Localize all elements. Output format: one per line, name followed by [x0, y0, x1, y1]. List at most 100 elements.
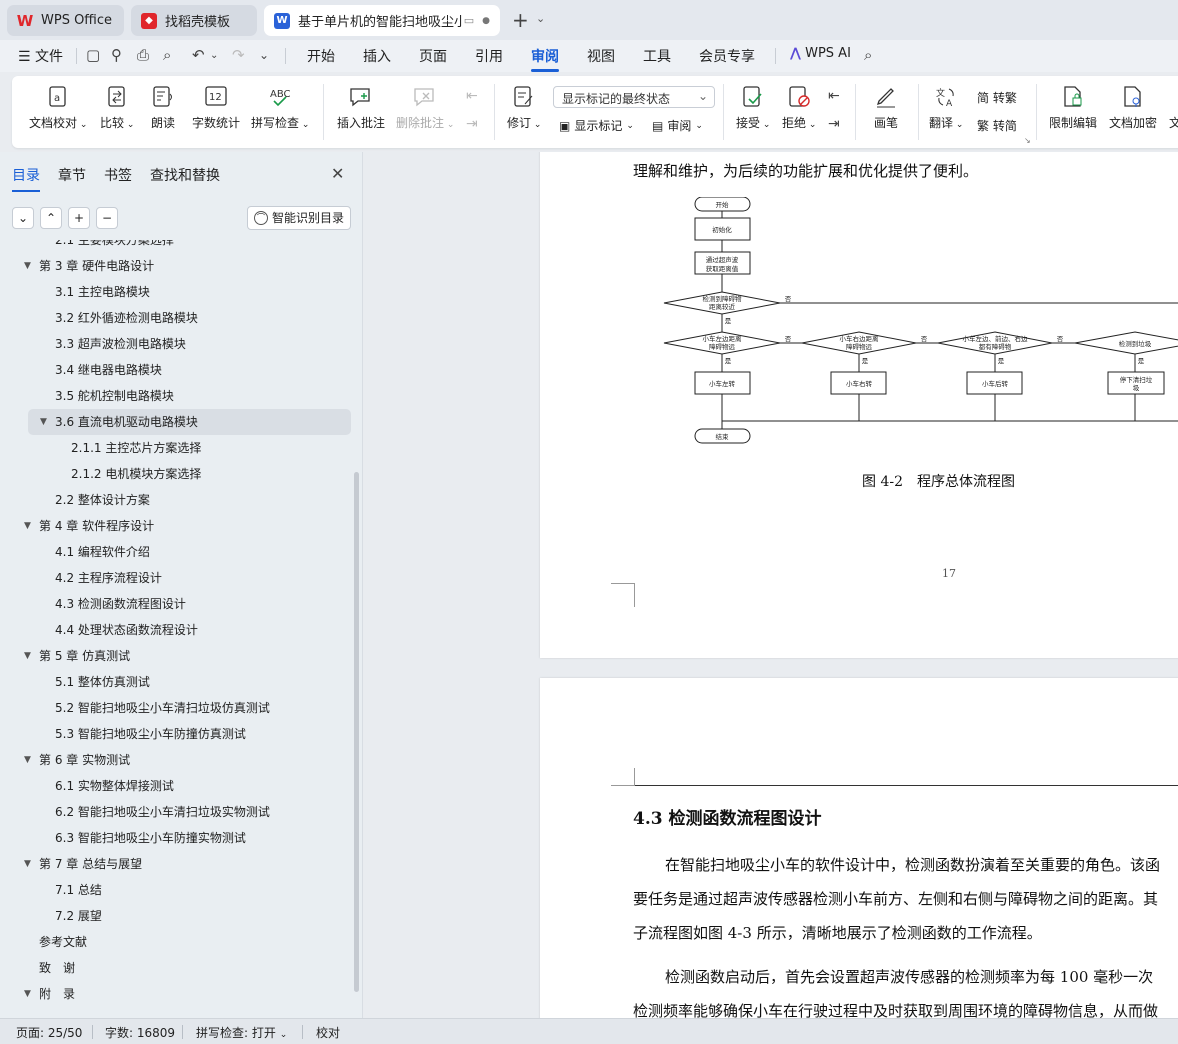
tab-document[interactable]: W 基于单片机的智能扫地吸尘小车 ▭ ● — [264, 5, 500, 36]
menu-page[interactable]: 页面 — [419, 46, 447, 66]
toc-item[interactable]: 5.3 智能扫地吸尘小车防撞仿真测试 — [0, 721, 350, 747]
previous-change-icon[interactable]: ⇤ — [828, 88, 840, 104]
menu-home[interactable]: 开始 — [307, 46, 335, 66]
file-menu[interactable]: ☰ 文件 — [18, 46, 63, 66]
tab-docer[interactable]: ◆ 找稻壳模板 — [131, 5, 257, 36]
track-changes-button[interactable]: 修订 ⌄ — [507, 86, 541, 131]
previous-comment-icon[interactable]: ⇤ — [466, 88, 478, 104]
close-icon[interactable]: ✕ — [331, 164, 344, 183]
toc-item[interactable]: 5.2 智能扫地吸尘小车清扫垃圾仿真测试 — [0, 695, 350, 721]
review-pane-button[interactable]: ▤ 审阅 ⌄ — [652, 117, 703, 134]
toc-item[interactable]: 7.1 总结 — [0, 877, 350, 903]
expand-caret-icon[interactable]: ▼ — [24, 851, 31, 877]
to-traditional-button[interactable]: 简 转繁 — [977, 89, 1017, 106]
share-link-icon[interactable]: ⚲ — [111, 46, 122, 64]
word-count-indicator[interactable]: 字数: 16809 — [105, 1024, 175, 1041]
toc-item[interactable]: 参考文献 — [0, 929, 350, 955]
toc-item[interactable]: 3.1 主控电路模块 — [0, 279, 350, 305]
translate-button[interactable]: 文A 翻译 ⌄ — [929, 86, 963, 131]
undo-chevron-icon[interactable]: ⌄ — [210, 50, 218, 61]
toc-item[interactable]: 4.4 处理状态函数流程设计 — [0, 617, 350, 643]
toc-item[interactable]: 3.4 继电器电路模块 — [0, 357, 350, 383]
add-heading-button[interactable]: + — [68, 207, 90, 229]
restrict-edit-button[interactable]: 限制编辑 — [1049, 86, 1097, 131]
redo-icon[interactable]: ↷ — [232, 46, 245, 64]
toc-item[interactable]: 2.1 主要模块方案选择 — [0, 240, 350, 253]
tab-bookmarks[interactable]: 书签 — [104, 165, 132, 185]
expand-caret-icon[interactable]: ▼ — [24, 643, 31, 669]
tab-wps-office[interactable]: W WPS Office — [7, 5, 124, 36]
ink-button[interactable]: 画笔 — [874, 86, 898, 131]
menu-membership[interactable]: 会员专享 — [699, 46, 755, 66]
toc-item[interactable]: 7.2 展望 — [0, 903, 350, 929]
toc-item[interactable]: 2.1.1 主控芯片方案选择 — [0, 435, 350, 461]
undo-icon[interactable]: ↶ — [192, 46, 205, 64]
toc-item[interactable]: ▼ 第 3 章 硬件电路设计 — [0, 253, 350, 279]
collapse-all-button[interactable]: ⌄ — [12, 207, 34, 229]
toc-item[interactable]: 6.2 智能扫地吸尘小车清扫垃圾实物测试 — [0, 799, 350, 825]
expand-caret-icon[interactable]: ▼ — [24, 513, 31, 539]
menu-view[interactable]: 视图 — [587, 46, 615, 66]
menu-review[interactable]: 审阅 — [531, 46, 559, 72]
unsaved-dot-icon[interactable]: ● — [482, 16, 490, 26]
next-comment-icon[interactable]: ⇥ — [466, 116, 478, 132]
print-preview-icon[interactable]: ⌕ — [163, 46, 171, 64]
page-indicator[interactable]: 页面: 25/50 — [16, 1024, 82, 1041]
menu-references[interactable]: 引用 — [475, 46, 503, 66]
toc-item[interactable]: 4.3 检测函数流程图设计 — [0, 591, 350, 617]
expand-caret-icon[interactable]: ▼ — [24, 253, 31, 279]
proofread-button[interactable]: a 文档校对 ⌄ — [29, 86, 87, 131]
toc-item[interactable]: 6.1 实物整体焊接测试 — [0, 773, 350, 799]
markup-state-select[interactable]: 显示标记的最终状态 ⌄ — [553, 86, 715, 108]
toc-item[interactable]: 致 谢 — [0, 955, 350, 981]
toc-item[interactable]: ▼ 第 6 章 实物测试 — [0, 747, 350, 773]
smart-toc-button[interactable]: ⌒ 智能识别目录 — [247, 206, 351, 230]
expand-up-button[interactable]: ⌃ — [40, 207, 62, 229]
insert-comment-button[interactable]: 插入批注 — [337, 86, 385, 131]
wps-ai-button[interactable]: ⋀ WPS AI — [790, 46, 851, 61]
proof-indicator[interactable]: 校对 — [316, 1024, 340, 1041]
encrypt-button[interactable]: 文档加密 — [1109, 86, 1157, 131]
toc-item[interactable]: 5.1 整体仿真测试 — [0, 669, 350, 695]
menu-insert[interactable]: 插入 — [363, 46, 391, 66]
tab-toc[interactable]: 目录 — [12, 165, 40, 192]
toc-item[interactable]: 2.2 整体设计方案 — [0, 487, 350, 513]
compare-button[interactable]: 比较 ⌄ — [100, 86, 134, 131]
menu-tools[interactable]: 工具 — [643, 46, 671, 66]
toc-item[interactable]: 6.3 智能扫地吸尘小车防撞实物测试 — [0, 825, 350, 851]
toc-scrollbar[interactable] — [354, 472, 359, 992]
more-ribbon-button[interactable]: 文 — [1169, 114, 1178, 131]
group-expand-icon[interactable]: ↘ — [1024, 136, 1031, 145]
toc-item[interactable]: ▼ 3.6 直流电机驱动电路模块 — [28, 409, 351, 435]
expand-caret-icon[interactable]: ▼ — [24, 747, 31, 773]
new-tab-icon[interactable]: + — [512, 8, 529, 32]
toc-item[interactable]: 4.1 编程软件介绍 — [0, 539, 350, 565]
toc-item[interactable]: 3.5 舵机控制电路模块 — [0, 383, 350, 409]
save-icon[interactable]: ▢ — [86, 46, 100, 64]
toc-item[interactable]: 3.2 红外循迹检测电路模块 — [0, 305, 350, 331]
expand-caret-icon[interactable]: ▼ — [24, 981, 31, 1007]
tab-find-replace[interactable]: 查找和替换 — [150, 165, 220, 185]
accept-button[interactable]: 接受 ⌄ — [736, 86, 770, 131]
toc-item[interactable]: 3.3 超声波检测电路模块 — [0, 331, 350, 357]
toc-item[interactable]: ▼ 附 录 — [0, 981, 350, 1007]
reject-button[interactable]: 拒绝 ⌄ — [782, 86, 816, 131]
toc-item[interactable]: 4.2 主程序流程设计 — [0, 565, 350, 591]
tab-list-chevron-icon[interactable]: ⌄ — [536, 12, 545, 25]
next-change-icon[interactable]: ⇥ — [828, 116, 840, 132]
spell-check-button[interactable]: ABC 拼写检查 ⌄ — [251, 86, 309, 131]
toc-item[interactable]: ▼ 第 5 章 仿真测试 — [0, 643, 350, 669]
tab-chapters[interactable]: 章节 — [58, 165, 86, 185]
print-icon[interactable]: ⎙ — [137, 46, 149, 64]
to-simplified-button[interactable]: 繁 转简 — [977, 117, 1017, 134]
expand-caret-icon[interactable]: ▼ — [40, 409, 47, 435]
word-count-button[interactable]: 12 字数统计 — [192, 86, 240, 131]
delete-comment-button[interactable]: 删除批注 ⌄ — [396, 86, 454, 131]
toc-item[interactable]: ▼ 第 7 章 总结与展望 — [0, 851, 350, 877]
toc-item[interactable]: 2.1.2 电机模块方案选择 — [0, 461, 350, 487]
show-markup-button[interactable]: ▣ 显示标记 ⌄ — [559, 117, 634, 134]
toc-item[interactable]: ▼ 第 4 章 软件程序设计 — [0, 513, 350, 539]
spell-check-indicator[interactable]: 拼写检查: 打开 ⌄ — [196, 1024, 287, 1041]
read-aloud-button[interactable]: 朗读 — [151, 86, 175, 131]
more-chevron-icon[interactable]: ⌄ — [259, 48, 269, 62]
